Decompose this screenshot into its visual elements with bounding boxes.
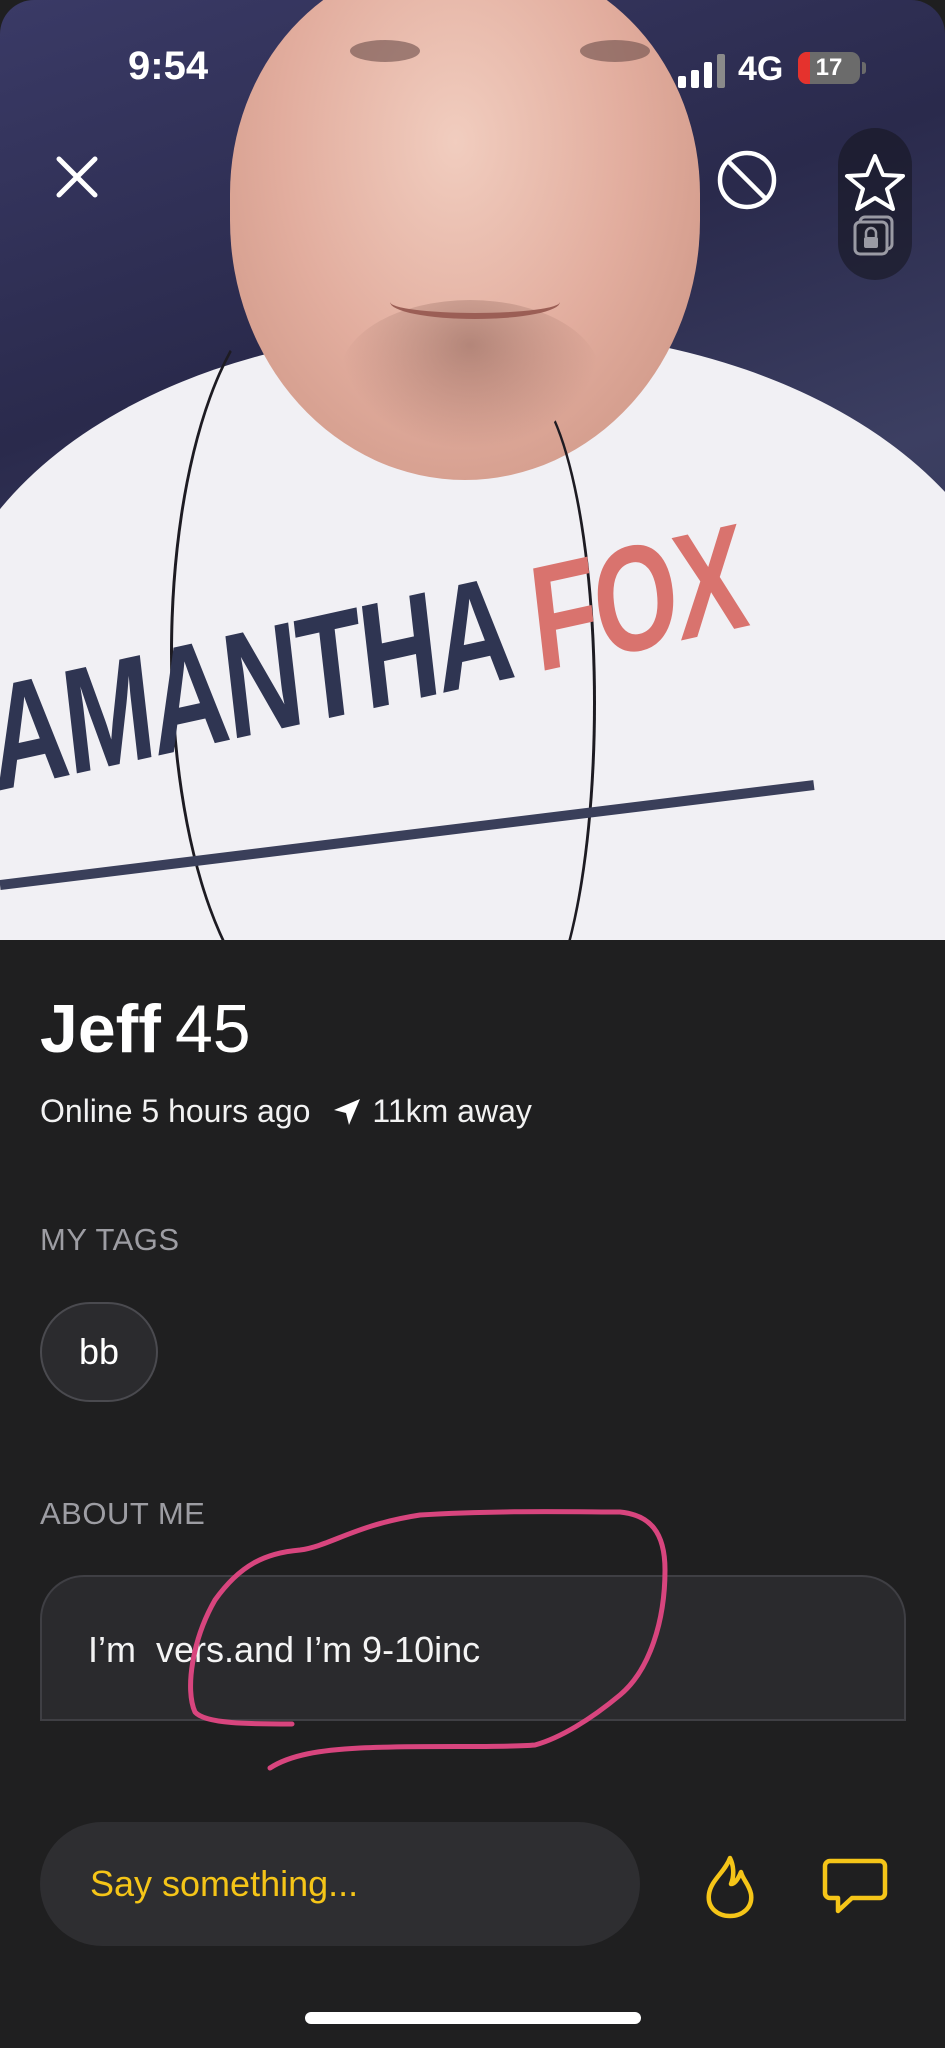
battery-percent: 17 bbox=[815, 54, 843, 81]
chat-button[interactable] bbox=[815, 1848, 895, 1928]
tap-button[interactable] bbox=[690, 1845, 770, 1929]
profile-header: Jeff 45 bbox=[40, 990, 251, 1068]
profile-age: 45 bbox=[174, 991, 251, 1067]
location-arrow-icon bbox=[332, 1097, 362, 1127]
chat-icon bbox=[822, 1858, 888, 1914]
private-album-button[interactable] bbox=[838, 205, 912, 265]
online-status: Online 5 hours ago bbox=[40, 1093, 311, 1129]
lock-album-icon bbox=[853, 215, 894, 256]
block-icon bbox=[717, 150, 777, 210]
signal-icon bbox=[678, 52, 725, 88]
message-input[interactable] bbox=[40, 1822, 640, 1946]
status-bar: 9:54 4G 17 bbox=[0, 0, 945, 140]
profile-meta: Online 5 hours ago 11km away bbox=[40, 1093, 532, 1130]
block-button[interactable] bbox=[715, 148, 779, 212]
battery-nub bbox=[862, 62, 866, 74]
home-indicator[interactable] bbox=[305, 2012, 641, 2024]
tag-chip[interactable]: bb bbox=[40, 1302, 158, 1402]
close-icon bbox=[56, 156, 98, 198]
battery-icon: 17 bbox=[798, 52, 860, 84]
status-time: 9:54 bbox=[128, 44, 209, 88]
profile-photo[interactable]: AMANTHA FOX bbox=[0, 0, 945, 940]
photo-mouth bbox=[390, 285, 560, 319]
network-type: 4G bbox=[738, 50, 784, 88]
close-button[interactable] bbox=[45, 145, 109, 209]
tags-section-label: MY TAGS bbox=[40, 1222, 180, 1257]
about-me-text: I’m vers.and I’m 9-10inc bbox=[40, 1575, 906, 1719]
flame-icon bbox=[706, 1855, 754, 1919]
about-box-divider bbox=[40, 1719, 906, 1721]
distance-label: 11km away bbox=[372, 1093, 532, 1129]
about-section-label: ABOUT ME bbox=[40, 1496, 206, 1531]
profile-name: Jeff bbox=[40, 991, 161, 1067]
